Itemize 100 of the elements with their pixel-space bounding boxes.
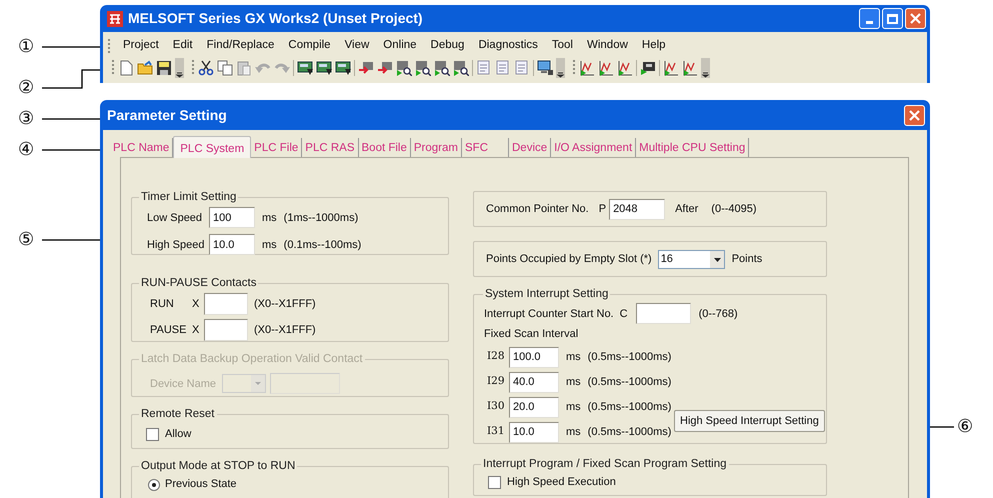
grip-handle[interactable] [572, 59, 576, 77]
window-icon[interactable] [297, 60, 313, 76]
unit-label: ms [566, 425, 581, 440]
input-field[interactable]: 100 [209, 207, 255, 228]
suffix-label: After [675, 202, 698, 217]
high-speed-interrupt-button[interactable]: High Speed Interrupt Setting [674, 410, 825, 432]
app-logo-icon [107, 10, 123, 26]
menu-item[interactable]: View [338, 37, 376, 55]
menu-item[interactable]: Tool [546, 37, 579, 55]
menu-item[interactable]: Help [636, 37, 672, 55]
magnifier-icon[interactable] [453, 60, 469, 76]
callout-number: ⑥ [957, 418, 974, 436]
range-label: (1ms--1000ms) [284, 210, 358, 226]
toolbar-overflow-button[interactable] [556, 58, 565, 78]
range-label: (0.5ms--1000ms) [588, 400, 672, 415]
transfer-icon[interactable] [377, 60, 393, 76]
menu-item[interactable]: Debug [424, 37, 470, 55]
close-button[interactable] [905, 8, 926, 29]
field-label: PAUSE [150, 323, 188, 338]
field-label: Device Name [150, 376, 216, 392]
magnifier-icon[interactable] [396, 60, 412, 76]
range-label: (0.1ms--100ms) [284, 238, 362, 252]
callout-number: ③ [18, 110, 34, 128]
maximize-button[interactable] [882, 8, 903, 29]
group-label: RUN-PAUSE Contacts [140, 276, 258, 291]
window-icon[interactable] [335, 60, 351, 76]
range-label: (0.5ms--1000ms) [588, 350, 672, 365]
folder-icon[interactable] [137, 60, 153, 76]
magnifier-icon[interactable] [415, 60, 431, 76]
input-field[interactable]: 10.0 [509, 422, 559, 443]
transfer-icon[interactable] [358, 60, 374, 76]
unit-label: ms [566, 375, 581, 390]
menu-item[interactable]: Window [581, 37, 634, 55]
menu-item[interactable]: Project [117, 37, 165, 55]
field-label: I29 [486, 374, 506, 390]
unit-label: ms [262, 238, 277, 252]
range-label: (0.5ms--1000ms) [588, 425, 672, 440]
radio-button[interactable] [148, 478, 160, 490]
menu-item[interactable]: Online [377, 37, 423, 55]
prefix-label: P [598, 202, 606, 217]
group-label: Remote Reset [140, 407, 216, 422]
dialog-title: Parameter Setting [107, 106, 227, 125]
chart-icon[interactable] [598, 60, 614, 76]
input-field[interactable] [204, 319, 248, 342]
input-field[interactable]: 10.0 [209, 234, 255, 256]
chart-icon[interactable] [579, 60, 595, 76]
field-label: I31 [486, 424, 506, 440]
dropdown[interactable]: 16 [658, 250, 725, 268]
field-label: Interrupt Counter Start No. [484, 306, 614, 322]
unit-label: ms [566, 350, 581, 365]
window-title: MELSOFT Series GX Works2 (Unset Project) [128, 9, 423, 28]
range-label: (0--4095) [711, 202, 757, 217]
range-label: (X0--X1FFF) [254, 297, 316, 312]
monitor-icon[interactable] [537, 60, 553, 76]
document-icon[interactable] [476, 60, 492, 76]
input-field[interactable]: 2048 [609, 198, 666, 220]
callout-number: ⑤ [18, 231, 34, 249]
minimize-button[interactable] [859, 8, 880, 29]
input-field[interactable]: 100.0 [509, 346, 559, 368]
menu-item[interactable]: Find/Replace [200, 37, 280, 55]
input-field[interactable]: 20.0 [509, 396, 559, 418]
tab[interactable]: PLC System [173, 136, 252, 158]
close-icon [909, 110, 920, 120]
grip-handle[interactable] [111, 59, 115, 77]
document-icon[interactable] [495, 60, 511, 76]
toolbar-overflow-button[interactable] [701, 58, 710, 78]
unit-label: ms [566, 400, 581, 415]
magnifier-icon[interactable] [434, 60, 450, 76]
chart-icon[interactable] [682, 60, 698, 76]
chart-icon[interactable] [617, 60, 633, 76]
checkbox-label: Allow [165, 427, 192, 442]
close-button[interactable] [904, 104, 925, 126]
input-field[interactable] [204, 293, 248, 316]
range-label: (0.5ms--1000ms) [588, 375, 672, 390]
group-label: Latch Data Backup Operation Valid Contact [140, 352, 364, 367]
scissors-icon[interactable] [198, 60, 214, 76]
input-field[interactable] [636, 303, 691, 324]
group-label: Interrupt Program / Fixed Scan Program Setting [482, 457, 728, 472]
radio-label: Previous State [165, 477, 237, 492]
menu-item[interactable]: Diagnostics [472, 37, 544, 55]
grip-handle[interactable] [107, 38, 111, 54]
grip-handle[interactable] [191, 59, 195, 77]
menu-item[interactable]: Edit [166, 37, 199, 55]
card-icon[interactable] [640, 60, 656, 76]
clipboard-icon[interactable] [236, 60, 252, 76]
field-label: High Speed [147, 238, 206, 252]
dropdown-value: 16 [660, 252, 673, 267]
document-icon[interactable] [514, 60, 530, 76]
subheading: Fixed Scan Interval [484, 327, 580, 342]
copy-icon[interactable] [217, 60, 233, 76]
window-icon[interactable] [316, 60, 332, 76]
document-icon[interactable] [118, 60, 134, 76]
checkbox[interactable] [146, 428, 159, 441]
chart-icon[interactable] [663, 60, 679, 76]
field-label: Low Speed [147, 210, 204, 226]
group-label: Timer Limit Setting [140, 190, 238, 205]
toolbar-overflow-button[interactable] [175, 58, 184, 78]
input-field[interactable]: 40.0 [509, 372, 559, 393]
checkbox[interactable] [488, 476, 501, 489]
menu-item[interactable]: Compile [282, 37, 337, 55]
